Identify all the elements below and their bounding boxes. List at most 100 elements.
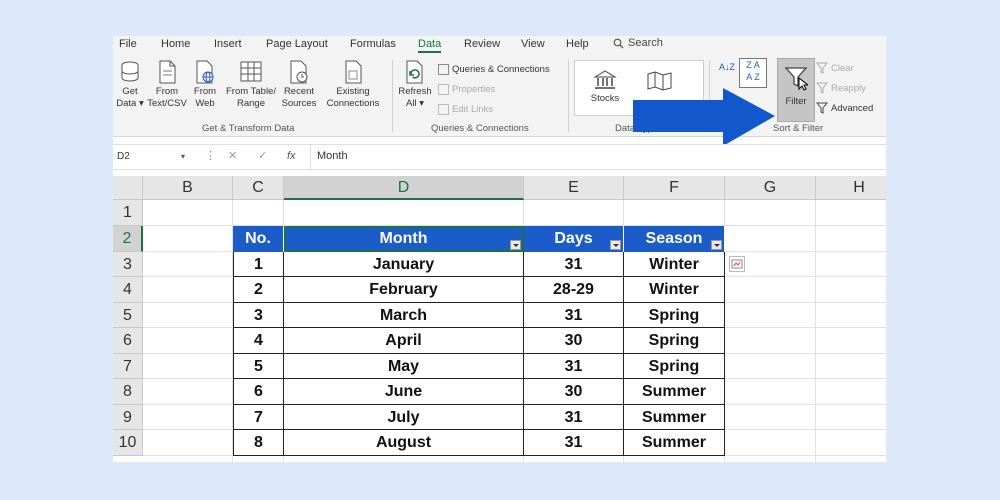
- table-cell[interactable]: 4: [233, 328, 284, 354]
- column-header-b[interactable]: B: [143, 176, 233, 200]
- quick-analysis-icon[interactable]: [729, 256, 745, 272]
- menu-page-layout[interactable]: Page Layout: [266, 38, 328, 50]
- insert-function-icon[interactable]: fx: [287, 148, 296, 165]
- existing-connections-button[interactable]: Existing Connections: [323, 60, 383, 110]
- from-web-button[interactable]: From Web: [189, 60, 221, 110]
- table-cell[interactable]: April: [284, 328, 524, 354]
- menu-review[interactable]: Review: [464, 38, 500, 50]
- sort-az-button[interactable]: A↓Z: [719, 62, 735, 72]
- row-header-5[interactable]: 5: [113, 303, 143, 328]
- row-header-6[interactable]: 6: [113, 328, 143, 354]
- advanced-filter-icon: [816, 102, 828, 114]
- table-cell[interactable]: Summer: [624, 430, 725, 456]
- table-cell[interactable]: March: [284, 303, 524, 328]
- table-cell[interactable]: August: [284, 430, 524, 456]
- menu-insert[interactable]: Insert: [214, 38, 242, 50]
- spreadsheet-grid: B C D E F G H 1 2 3 4 5 6 7 8 9 10 No. Month Days Season 1 Jan…: [113, 176, 886, 462]
- properties-button[interactable]: Properties: [438, 84, 495, 95]
- menu-file[interactable]: File: [119, 38, 137, 50]
- column-header-g[interactable]: G: [725, 176, 816, 200]
- column-header-e[interactable]: E: [524, 176, 624, 200]
- filter-dropdown-icon[interactable]: [510, 240, 521, 250]
- advanced-filter-button[interactable]: Advanced: [816, 102, 873, 114]
- table-cell[interactable]: 6: [233, 379, 284, 405]
- get-data-button[interactable]: Get Data ▾: [115, 60, 145, 110]
- table-header-days[interactable]: Days: [524, 226, 624, 252]
- row-header-4[interactable]: 4: [113, 277, 143, 303]
- row-header-2[interactable]: 2: [113, 226, 143, 252]
- stocks-button[interactable]: Stocks: [585, 69, 625, 105]
- table-cell[interactable]: Winter: [624, 252, 725, 277]
- menu-data[interactable]: Data: [418, 38, 442, 53]
- table-cell[interactable]: 3: [233, 303, 284, 328]
- table-cell[interactable]: 31: [524, 354, 624, 379]
- formula-divider: [310, 145, 311, 169]
- from-table-range-button[interactable]: From Table/Range: [223, 60, 279, 110]
- name-box[interactable]: D2 ▾: [115, 148, 189, 165]
- row-header-1[interactable]: 1: [113, 200, 143, 226]
- table-cell[interactable]: 8: [233, 430, 284, 456]
- table-cell[interactable]: February: [284, 277, 524, 303]
- table-cell[interactable]: 5: [233, 354, 284, 379]
- edit-links-button[interactable]: Edit Links: [438, 104, 493, 115]
- group-label-sort-filter: Sort & Filter: [773, 123, 824, 134]
- from-text-csv-button[interactable]: From Text/CSV: [147, 60, 187, 110]
- menu-home[interactable]: Home: [161, 38, 190, 50]
- table-cell[interactable]: Summer: [624, 379, 725, 405]
- table-cell[interactable]: Spring: [624, 328, 725, 354]
- sort-button[interactable]: Z AA Z: [739, 58, 767, 88]
- table-header-label: Days: [554, 230, 593, 247]
- document-icon: [159, 60, 176, 84]
- clear-filter-button[interactable]: Clear: [816, 62, 854, 74]
- table-cell[interactable]: 2: [233, 277, 284, 303]
- table-cell[interactable]: 31: [524, 405, 624, 430]
- menu-view[interactable]: View: [521, 38, 545, 50]
- table-cell[interactable]: 30: [524, 379, 624, 405]
- table-cell[interactable]: 7: [233, 405, 284, 430]
- enter-icon[interactable]: ✓: [258, 148, 267, 165]
- table-cell[interactable]: Spring: [624, 354, 725, 379]
- queries-connections-button[interactable]: Queries & Connections: [438, 64, 550, 75]
- table-cell[interactable]: June: [284, 379, 524, 405]
- search-box[interactable]: Search: [613, 37, 663, 49]
- table-cell[interactable]: Spring: [624, 303, 725, 328]
- ribbon-separator: [392, 60, 393, 132]
- table-cell[interactable]: 31: [524, 303, 624, 328]
- column-header-c[interactable]: C: [233, 176, 284, 200]
- column-header-h[interactable]: H: [816, 176, 886, 200]
- table-header-label: Month: [379, 230, 428, 247]
- table-cell[interactable]: May: [284, 354, 524, 379]
- table-header-season[interactable]: Season: [624, 226, 725, 252]
- select-all-corner[interactable]: [113, 176, 143, 200]
- row-header-9[interactable]: 9: [113, 405, 143, 430]
- table-cell[interactable]: July: [284, 405, 524, 430]
- recent-sources-button[interactable]: Recent Sources: [281, 60, 317, 110]
- filter-button[interactable]: Filter: [777, 58, 815, 122]
- table-cell[interactable]: Summer: [624, 405, 725, 430]
- table-cell[interactable]: 28-29: [524, 277, 624, 303]
- column-header-f[interactable]: F: [624, 176, 725, 200]
- table-header-no[interactable]: No.: [233, 226, 284, 252]
- row-header-10[interactable]: 10: [113, 430, 143, 456]
- table-cell[interactable]: 1: [233, 252, 284, 277]
- filter-dropdown-icon[interactable]: [711, 240, 722, 250]
- menu-bar: File Home Insert Page Layout Formulas Da…: [113, 36, 886, 54]
- row-header-3[interactable]: 3: [113, 252, 143, 277]
- table-cell[interactable]: 30: [524, 328, 624, 354]
- menu-formulas[interactable]: Formulas: [350, 38, 396, 50]
- row-header-7[interactable]: 7: [113, 354, 143, 379]
- column-header-d[interactable]: D: [284, 176, 524, 200]
- cancel-icon[interactable]: ✕: [228, 148, 237, 165]
- table-cell[interactable]: Winter: [624, 277, 725, 303]
- formula-input[interactable]: Month: [317, 148, 348, 165]
- reapply-button[interactable]: Reapply: [816, 82, 866, 94]
- menu-help[interactable]: Help: [566, 38, 589, 50]
- name-box-dropdown-icon[interactable]: ▾: [181, 148, 185, 165]
- filter-dropdown-icon[interactable]: [610, 240, 621, 250]
- table-cell[interactable]: 31: [524, 252, 624, 277]
- table-cell[interactable]: 31: [524, 430, 624, 456]
- row-header-8[interactable]: 8: [113, 379, 143, 405]
- refresh-all-button[interactable]: Refresh All ▾: [397, 60, 433, 110]
- table-header-month[interactable]: Month: [284, 226, 524, 252]
- table-cell[interactable]: January: [284, 252, 524, 277]
